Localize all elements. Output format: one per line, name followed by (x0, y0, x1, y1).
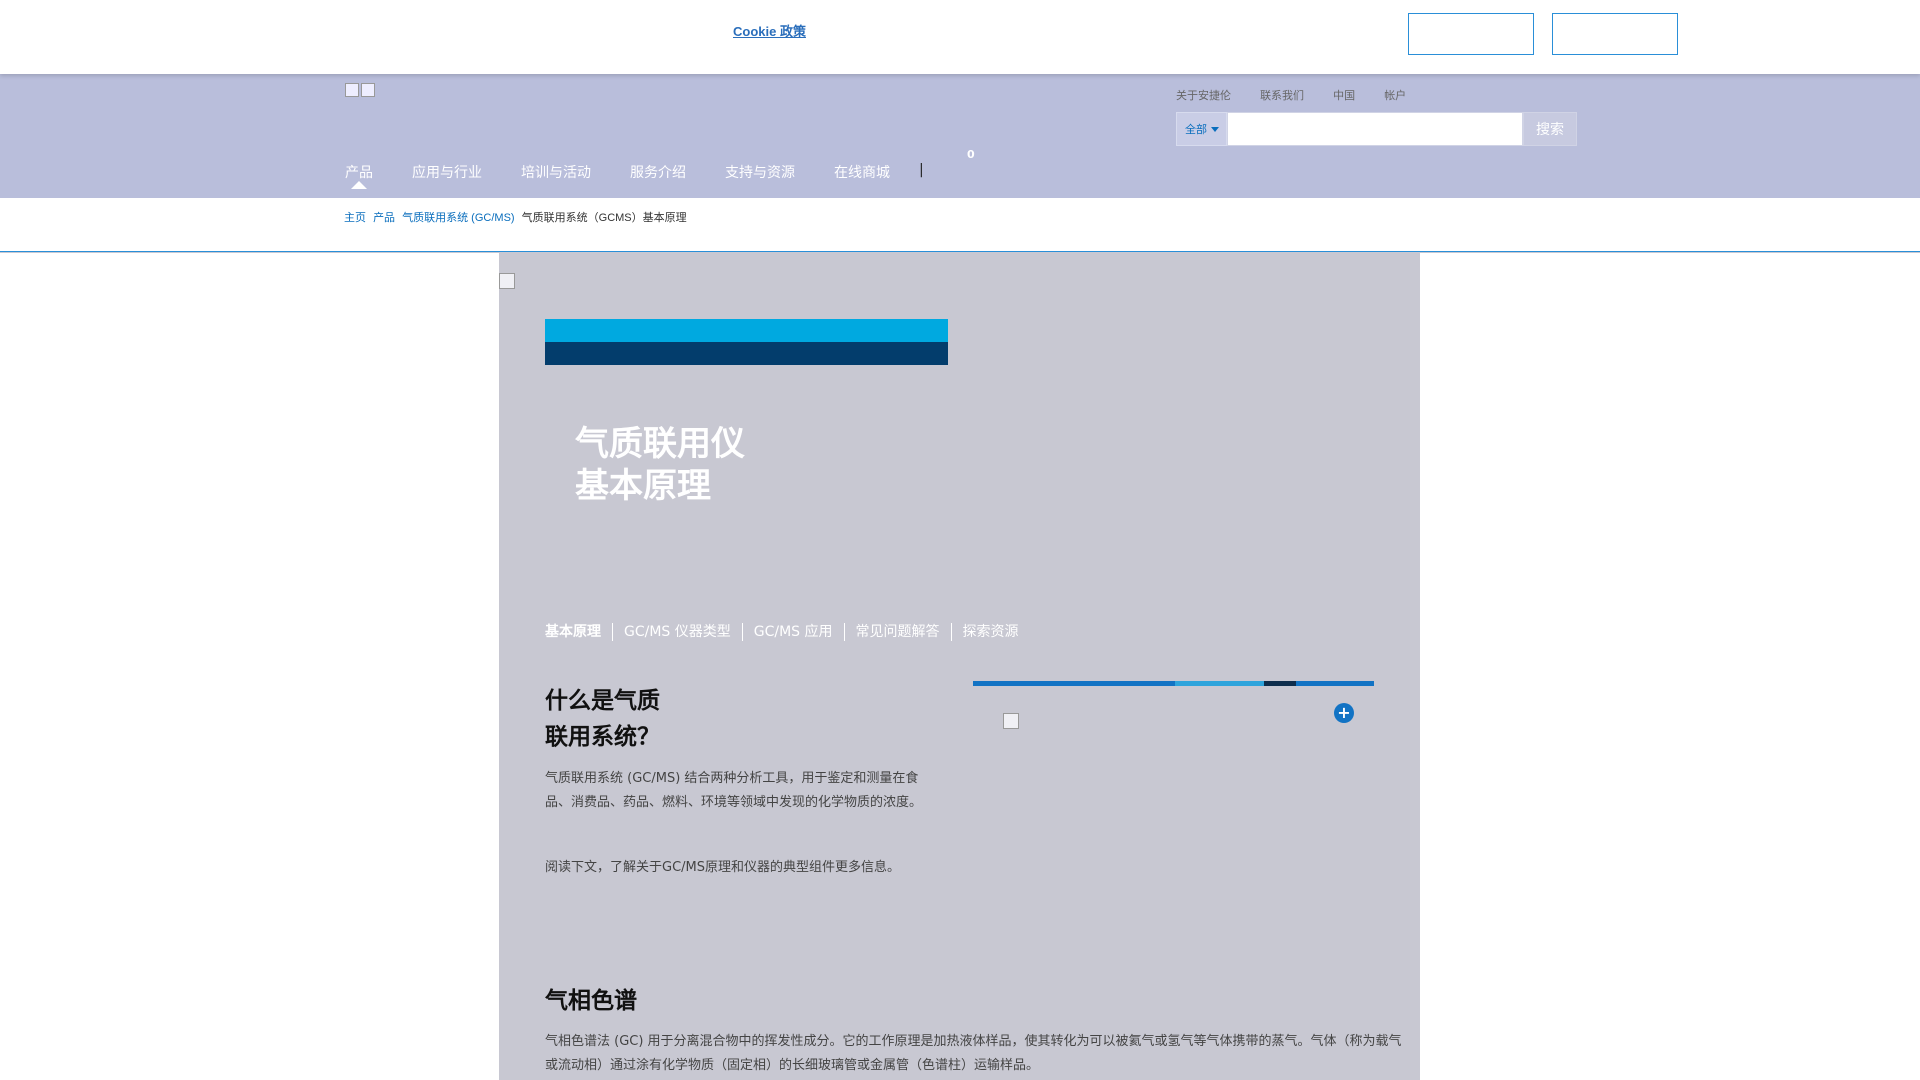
progress-segment (973, 681, 1175, 686)
section-title-what-is-gcms: 什么是气质 联用系统？ (545, 688, 660, 750)
nav-item-services[interactable]: 服务介绍 (630, 162, 686, 182)
chevron-down-icon (1211, 126, 1219, 132)
page-gutter-left (0, 253, 499, 1080)
cookie-banner: Cookie 政策 (0, 0, 1920, 74)
diagram-image-icon (1003, 713, 1019, 729)
main-nav: 产品 应用与行业 培训与活动 服务介绍 支持与资源 在线商城 | (345, 162, 948, 189)
hero-accent-stripe (545, 319, 948, 342)
cookie-policy-link[interactable]: Cookie 政策 (733, 21, 806, 40)
gc-paragraph: 气相色谱法 (GC) 用于分离混合物中的挥发性成分。它的工作原理是加热液体样品，… (545, 1034, 1402, 1073)
section-title-gc: 气相色谱 (545, 988, 637, 1014)
nav-item-products[interactable]: 产品 (345, 162, 373, 189)
utility-link-about[interactable]: 关于安捷伦 (1176, 90, 1231, 102)
read-more-paragraph: 阅读下文，了解关于GC/MS原理和仪器的典型组件更多信息。 (545, 860, 900, 875)
nav-item-training[interactable]: 培训与活动 (521, 162, 591, 182)
tab-basics[interactable]: 基本原理 (545, 623, 612, 641)
tab-resources[interactable]: 探索资源 (950, 623, 1030, 641)
breadcrumb-home[interactable]: 主页 (344, 212, 366, 224)
search-button[interactable]: 搜索 (1523, 112, 1577, 146)
intro-paragraph: 气质联用系统 (GC/MS) 结合两种分析工具，用于鉴定和测量在食品、消费品、药… (545, 771, 923, 810)
hero-image-icon (499, 273, 515, 289)
progress-segment (1264, 681, 1296, 686)
utility-link-account[interactable]: 帐户 (1384, 90, 1406, 102)
main-content: 气质联用仪 基本原理 基本原理 GC/MS 仪器类型 GC/MS 应用 常见问题… (499, 273, 1420, 1080)
page-gutter-right (1420, 253, 1920, 1080)
progress-segment (1175, 681, 1264, 686)
cookie-accept-button[interactable] (1552, 13, 1678, 55)
expand-plus-icon[interactable]: + (1334, 703, 1354, 723)
progress-segment (1296, 681, 1374, 686)
logo-image-icon (361, 83, 375, 97)
nav-item-support[interactable]: 支持与资源 (725, 162, 795, 182)
utility-link-contact[interactable]: 联系我们 (1260, 90, 1304, 102)
cookie-reject-button[interactable] (1408, 13, 1534, 55)
nav-item-applications[interactable]: 应用与行业 (412, 162, 482, 182)
section-tabs: 基本原理 GC/MS 仪器类型 GC/MS 应用 常见问题解答 探索资源 (545, 623, 1030, 641)
breadcrumb-gcms[interactable]: 气质联用系统 (GC/MS) (402, 212, 514, 224)
utility-nav: 关于安捷伦 联系我们 中国 帐户 (1176, 87, 1432, 103)
hero-accent-stripe-dark (545, 342, 948, 365)
page-title: 气质联用仪 基本原理 (575, 424, 745, 506)
tab-faq[interactable]: 常见问题解答 (843, 623, 951, 641)
diagram-progress-bar (973, 681, 1374, 686)
breadcrumb-bar: 主页 产品 气质联用系统 (GC/MS) 气质联用系统（GCMS）基本原理 (0, 198, 1920, 252)
search-scope-select[interactable]: 全部 (1176, 112, 1227, 146)
logo-image-icon (345, 83, 359, 97)
nav-item-store[interactable]: 在线商城 (834, 162, 890, 182)
breadcrumb-products[interactable]: 产品 (373, 212, 395, 224)
logo[interactable] (345, 82, 377, 98)
tab-applications[interactable]: GC/MS 应用 (741, 623, 844, 641)
breadcrumb-current: 气质联用系统（GCMS）基本原理 (521, 212, 687, 224)
search-bar: 全部 搜索 (1176, 112, 1577, 146)
search-input[interactable] (1227, 112, 1523, 146)
site-header: 关于安捷伦 联系我们 中国 帐户 全部 搜索 产品 应用与行业 培训与活动 服务… (0, 74, 1920, 198)
breadcrumb: 主页 产品 气质联用系统 (GC/MS) 气质联用系统（GCMS）基本原理 (344, 209, 687, 225)
nav-divider: | (919, 162, 924, 178)
cart-count-badge[interactable]: 0 (967, 148, 975, 161)
tab-instrument-types[interactable]: GC/MS 仪器类型 (612, 623, 742, 641)
utility-link-region[interactable]: 中国 (1333, 90, 1355, 102)
